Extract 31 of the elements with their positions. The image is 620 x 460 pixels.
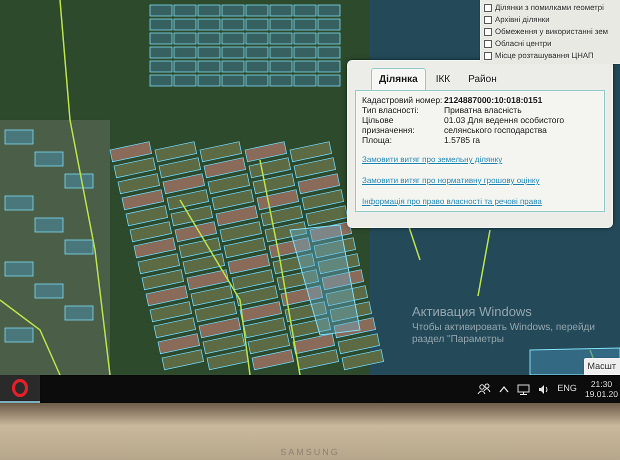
- popup-link[interactable]: Замовити витяг про нормативну грошову оцінку: [362, 175, 598, 187]
- volume-icon[interactable]: [538, 384, 550, 394]
- caret-up-icon[interactable]: [499, 385, 510, 393]
- popup-link[interactable]: Замовити витяг про земельну ділянку: [362, 154, 598, 166]
- popup-tab[interactable]: Ділянка: [371, 68, 426, 90]
- field-label: Площа:: [362, 135, 393, 145]
- popup-tab[interactable]: Район: [460, 68, 505, 90]
- field-label: Тип власності:: [362, 105, 420, 115]
- field-value: 1.5785 га: [444, 135, 482, 145]
- activation-title: Активация Windows: [412, 303, 533, 321]
- popup-tab[interactable]: ІКК: [428, 68, 458, 90]
- activation-text: раздел "Параметры: [412, 334, 505, 346]
- network-icon[interactable]: [517, 384, 530, 394]
- popup-link[interactable]: Інформація про право власності та речові права: [362, 196, 598, 208]
- letter-o-logo-icon: [12, 379, 28, 397]
- checkbox[interactable]: [484, 28, 492, 36]
- activation-text: Чтобы активировать Windows, перейди: [412, 322, 595, 334]
- field-label: Цільове призначення:: [362, 115, 416, 135]
- scale-button[interactable]: Масшт: [584, 358, 620, 375]
- field-value: Приватна власність: [444, 105, 523, 115]
- people-icon[interactable]: [477, 383, 492, 395]
- checkbox[interactable]: [484, 40, 492, 48]
- clock[interactable]: 21:30 19.01.20: [584, 379, 618, 399]
- checkbox[interactable]: [484, 4, 492, 12]
- field-label: Кадастровий номер:: [362, 95, 444, 105]
- language-indicator[interactable]: ENG: [557, 382, 577, 396]
- checkbox[interactable]: [484, 16, 492, 24]
- browser-taskbar-button[interactable]: [0, 375, 40, 403]
- checkbox[interactable]: [484, 52, 492, 60]
- field-value: 2124887000:10:018:0151: [444, 95, 544, 105]
- field-value: 01.03 Для ведення особистого селянського господарства: [444, 115, 566, 135]
